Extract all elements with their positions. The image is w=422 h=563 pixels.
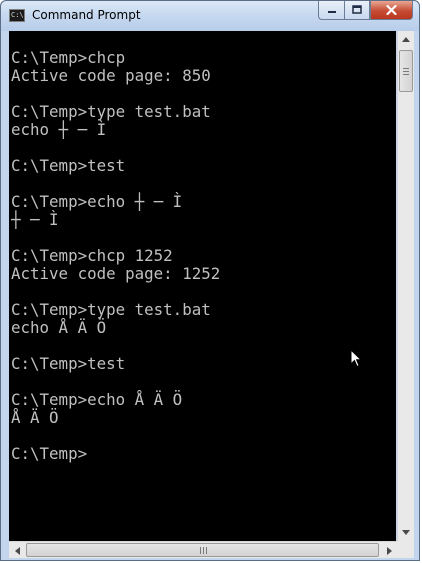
console-line: C:\Temp>test	[11, 156, 126, 175]
scroll-up-button[interactable]	[398, 31, 414, 48]
close-button[interactable]	[370, 1, 413, 20]
scroll-left-button[interactable]	[9, 542, 25, 559]
close-icon	[386, 5, 397, 15]
console-line: C:\Temp>chcp	[11, 48, 126, 67]
thumb-grip	[200, 547, 201, 554]
scroll-down-button[interactable]	[398, 524, 414, 541]
scroll-left-arrow-icon	[14, 546, 20, 555]
console-line: C:\Temp>type test.bat	[11, 102, 211, 121]
console-line: echo ┼ ─ Ì	[11, 120, 107, 139]
maximize-button[interactable]	[344, 1, 370, 20]
console-app-icon[interactable]: C:\	[9, 9, 25, 22]
mouse-pointer-icon	[350, 349, 362, 368]
scroll-right-button[interactable]	[381, 542, 397, 559]
console-line: ┼ ─ Ì	[11, 210, 59, 229]
window-title: Command Prompt	[32, 8, 141, 22]
horizontal-scrollbar[interactable]	[9, 541, 397, 558]
thumb-grip	[403, 71, 409, 72]
console-line: Active code page: 1252	[11, 264, 221, 283]
minimize-button[interactable]	[318, 1, 344, 20]
console-line: C:\Temp>type test.bat	[11, 300, 211, 319]
thumb-grip	[203, 547, 204, 554]
scroll-right-arrow-icon	[386, 546, 392, 555]
title-bar[interactable]: C:\ Command Prompt	[1, 1, 419, 31]
console-line: Å Ä Ö	[11, 408, 59, 427]
thumb-grip	[403, 74, 409, 75]
vertical-scrollbar[interactable]	[397, 31, 414, 541]
scroll-up-arrow-icon	[402, 37, 410, 42]
console-output[interactable]: C:\Temp>chcp Active code page: 850 C:\Te…	[9, 31, 396, 541]
scrollbar-corner	[397, 541, 414, 558]
vertical-scroll-thumb[interactable]	[399, 50, 413, 92]
command-prompt-window: C:\ Command Prompt C:\Temp>chcp Active c…	[0, 0, 420, 561]
scroll-down-arrow-icon	[402, 530, 410, 535]
window-controls	[318, 1, 413, 21]
console-line: C:\Temp>chcp 1252	[11, 246, 173, 265]
console-line: C:\Temp>echo ┼ ─ Ì	[11, 192, 183, 211]
thumb-grip	[206, 547, 207, 554]
console-line: C:\Temp>echo Å Ä Ö	[11, 390, 183, 409]
maximize-icon	[352, 5, 362, 14]
console-prompt-line: C:\Temp>	[11, 444, 88, 463]
minimize-icon	[327, 11, 336, 13]
horizontal-scroll-thumb[interactable]	[26, 543, 379, 557]
console-line: Active code page: 850	[11, 66, 211, 85]
console-line: echo Å Ä Ö	[11, 318, 107, 337]
console-line: C:\Temp>test	[11, 354, 126, 373]
thumb-grip	[403, 68, 409, 69]
